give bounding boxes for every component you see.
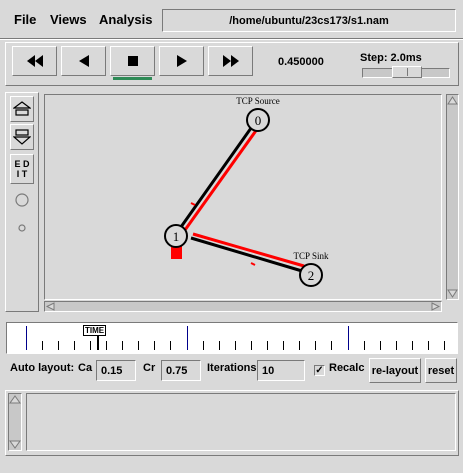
- time-marker-line: [97, 336, 99, 350]
- network-graph: 0 TCP Source 1 2 TCP Sink: [164, 96, 329, 287]
- recalc-checkbox[interactable]: ✓: [314, 365, 325, 376]
- menu-views[interactable]: Views: [50, 12, 87, 27]
- scroll-up-icon[interactable]: [9, 395, 21, 405]
- radio-small[interactable]: [10, 215, 34, 241]
- timeline-ticks: [26, 326, 445, 350]
- radio-large[interactable]: [10, 187, 34, 213]
- ca-label: Ca: [78, 362, 93, 374]
- network-canvas[interactable]: 0 TCP Source 1 2 TCP Sink: [44, 94, 442, 300]
- menu-analysis[interactable]: Analysis: [99, 12, 152, 27]
- link-1-2: [190, 236, 303, 273]
- small-circle-icon: [18, 224, 26, 232]
- check-icon: ✓: [315, 365, 324, 376]
- packet-stream-0-1: [178, 124, 262, 238]
- auto-layout-label: Auto layout:: [10, 362, 75, 374]
- node-1-id: 1: [173, 229, 180, 244]
- scroll-up-icon[interactable]: [447, 96, 458, 106]
- menu-file[interactable]: File: [14, 12, 36, 27]
- zoom-in-icon: [13, 101, 31, 116]
- zoom-in-button[interactable]: [10, 96, 34, 122]
- annotation-scrollbar[interactable]: [8, 393, 22, 451]
- stop-button[interactable]: [110, 46, 155, 80]
- scroll-down-icon[interactable]: [447, 288, 458, 298]
- ca-input[interactable]: 0.15: [96, 360, 136, 381]
- node-0-label: TCP Source: [236, 96, 279, 106]
- iterations-input[interactable]: 10: [257, 360, 305, 381]
- menu-separator: [0, 38, 463, 40]
- scroll-right-icon[interactable]: [430, 302, 440, 311]
- play-forward-icon: [176, 55, 187, 67]
- play-forward-button[interactable]: [159, 46, 204, 76]
- node-0-id: 0: [255, 113, 262, 128]
- timeline-bar[interactable]: TIME: [6, 322, 458, 354]
- zoom-out-icon: [13, 129, 31, 145]
- edit-button[interactable]: E D I T: [10, 154, 34, 184]
- cr-input[interactable]: 0.75: [161, 360, 201, 381]
- vertical-scrollbar[interactable]: [446, 94, 459, 300]
- fast-rewind-button[interactable]: [12, 46, 57, 76]
- horizontal-scrollbar[interactable]: [44, 301, 442, 312]
- fast-forward-icon: [222, 55, 239, 67]
- annotation-text-area[interactable]: [26, 393, 456, 451]
- scroll-down-icon[interactable]: [9, 439, 21, 449]
- fast-forward-button[interactable]: [208, 46, 253, 76]
- step-slider-thumb[interactable]: [392, 66, 422, 78]
- cr-label: Cr: [143, 362, 156, 374]
- packet-stream-1-2: [192, 232, 305, 268]
- reset-button[interactable]: reset: [425, 358, 457, 383]
- scroll-left-icon[interactable]: [46, 302, 56, 311]
- node-2-label: TCP Sink: [294, 251, 329, 261]
- step-label: Step: 2.0ms: [360, 52, 422, 64]
- relayout-button[interactable]: re-layout: [369, 358, 421, 383]
- packet: [190, 202, 196, 206]
- fast-rewind-icon: [26, 55, 43, 67]
- play-backward-icon: [78, 55, 89, 67]
- file-path-display: /home/ubuntu/23cs173/s1.nam: [162, 9, 456, 32]
- radio-circle-icon: [15, 193, 29, 207]
- current-time-display: 0.450000: [278, 56, 324, 68]
- link-0-1: [174, 120, 258, 235]
- play-backward-button[interactable]: [61, 46, 106, 76]
- packet: [250, 262, 256, 266]
- node-2-id: 2: [308, 268, 315, 283]
- zoom-out-button[interactable]: [10, 124, 34, 150]
- recalc-label: Recalc: [329, 362, 365, 374]
- time-marker[interactable]: TIME: [83, 325, 107, 336]
- iterations-label: Iterations: [207, 362, 257, 374]
- stop-icon: [127, 56, 138, 66]
- edit-label: E D I T: [14, 159, 30, 179]
